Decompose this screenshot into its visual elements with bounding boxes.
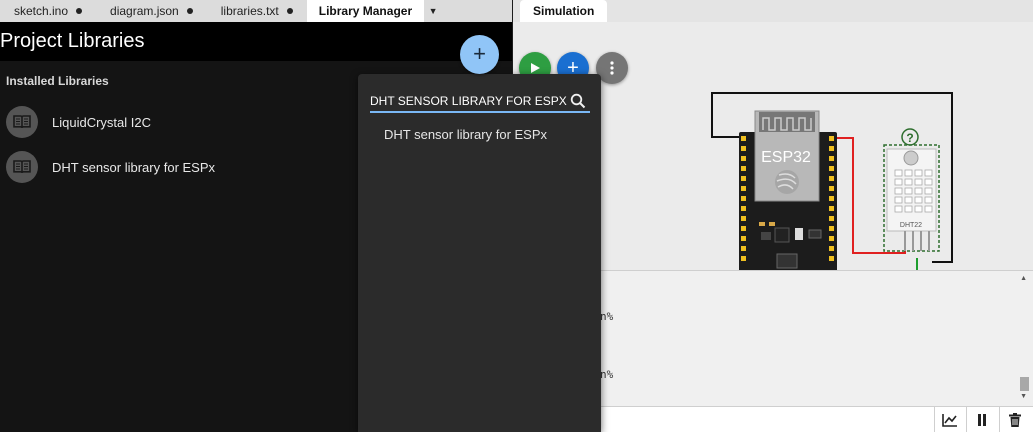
sensor-status-icon: ?	[906, 131, 913, 145]
trash-icon	[1008, 413, 1021, 427]
search-icon[interactable]	[570, 93, 586, 109]
book-icon	[6, 106, 38, 138]
scroll-down-icon[interactable]: ▼	[1020, 393, 1027, 400]
library-name: DHT sensor library for ESPx	[52, 159, 216, 175]
sensor-label: DHT22	[900, 222, 922, 229]
modified-dot-icon	[286, 8, 293, 14]
esp32-board	[739, 110, 837, 270]
serial-output-line: n%	[600, 310, 614, 323]
tab-diagram-json[interactable]: diagram.json	[96, 0, 207, 22]
tab-label: sketch.ino	[14, 4, 69, 18]
editor-tabbar: sketch.ino diagram.json libraries.txt Li…	[0, 0, 512, 22]
plotter-button[interactable]	[934, 407, 964, 432]
tab-simulation[interactable]: Simulation	[520, 0, 608, 22]
plus-icon: +	[473, 41, 486, 66]
clear-button[interactable]	[999, 407, 1029, 432]
modified-dot-icon	[76, 8, 83, 14]
caret-down-icon: ▼	[428, 6, 438, 16]
add-library-button[interactable]: +	[460, 35, 499, 74]
pause-button[interactable]	[966, 407, 996, 432]
tab-label: libraries.txt	[220, 4, 279, 18]
search-suggestion-item[interactable]: DHT sensor library for ESPx	[384, 127, 547, 142]
library-item-liquidcrystal-i2c[interactable]: LiquidCrystal I2C	[6, 106, 151, 138]
library-item-dht-sensor[interactable]: DHT sensor library for ESPx	[6, 151, 215, 183]
scroll-up-icon[interactable]: ▲	[1020, 275, 1027, 282]
library-search-panel: DHT sensor library for ESPx	[358, 74, 601, 432]
book-icon	[6, 151, 38, 183]
tab-libraries-txt[interactable]: libraries.txt	[207, 0, 307, 22]
tab-library-manager[interactable]: Library Manager	[306, 0, 425, 22]
pause-icon	[977, 414, 986, 426]
library-search-input[interactable]	[370, 91, 590, 113]
simulation-tabbar: Simulation	[513, 0, 1033, 22]
library-name: LiquidCrystal I2C	[52, 114, 151, 130]
tab-sketch-ino[interactable]: sketch.ino	[0, 0, 96, 22]
tab-label: Library Manager	[318, 4, 413, 18]
dht22-sensor	[883, 128, 940, 252]
serial-output-line: n%	[600, 368, 614, 381]
board-label: ESP32	[761, 149, 811, 166]
scrollbar-thumb[interactable]	[1020, 377, 1029, 391]
tabs-dropdown-button[interactable]: ▼	[424, 0, 442, 22]
tab-label: diagram.json	[110, 4, 179, 18]
app-root: sketch.ino diagram.json libraries.txt Li…	[0, 0, 1033, 432]
installed-libraries-heading: Installed Libraries	[6, 74, 109, 88]
chart-icon	[941, 414, 957, 427]
modified-dot-icon	[186, 8, 193, 14]
page-title: Project Libraries	[0, 30, 145, 52]
